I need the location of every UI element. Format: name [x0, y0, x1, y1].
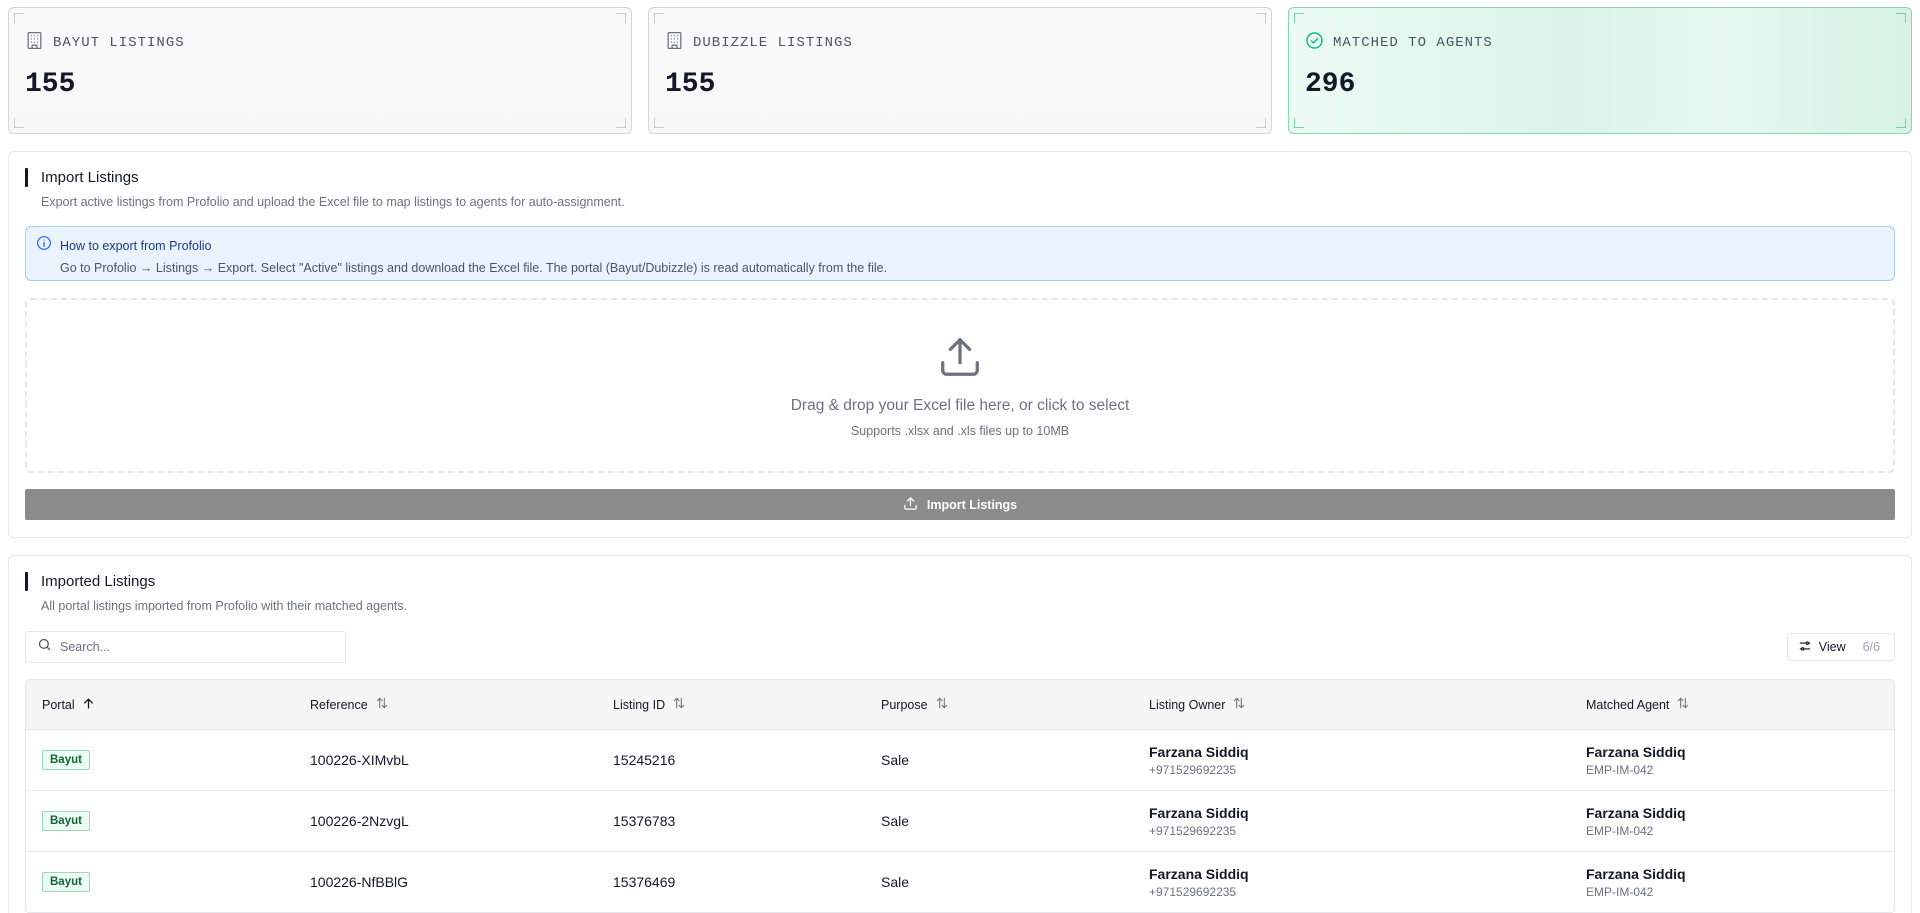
column-header-portal[interactable]: Portal [26, 697, 294, 713]
agent-cell: Farzana Siddiq EMP-IM-042 [1570, 744, 1894, 777]
stat-value: 155 [25, 69, 76, 100]
info-title: How to export from Profolio [60, 238, 212, 253]
owner-cell: Farzana Siddiq +971529692235 [1133, 866, 1570, 899]
section-title: Imported Listings [25, 572, 1895, 591]
imported-subtitle: All portal listings imported from Profol… [41, 599, 408, 613]
owner-cell: Farzana Siddiq +971529692235 [1133, 805, 1570, 838]
search-box [25, 631, 346, 663]
view-options-button[interactable]: View 6/6 [1786, 633, 1895, 661]
sort-icon [935, 696, 949, 713]
table-row[interactable]: Bayut 100226-2NzvgL 15376783 Sale Farzan… [26, 791, 1894, 852]
column-label: Portal [42, 697, 75, 712]
agent-name: Farzana Siddiq [1586, 804, 1686, 821]
stat-label: MATCHED TO AGENTS [1333, 35, 1493, 51]
table-header: Portal Reference Listing ID Purpose List… [26, 680, 1894, 730]
column-label: Matched Agent [1586, 697, 1670, 712]
reference-cell: 100226-XIMvbL [310, 752, 409, 768]
dropzone-title: Drag & drop your Excel file here, or cli… [790, 397, 1130, 414]
column-label: Listing Owner [1149, 697, 1226, 712]
column-header-reference[interactable]: Reference [294, 696, 597, 713]
import-listings-panel: Import Listings Export active listings f… [8, 151, 1912, 538]
import-button-label: Import Listings [926, 497, 1018, 512]
column-header-listing-owner[interactable]: Listing Owner [1133, 696, 1570, 713]
purpose-cell: Sale [881, 874, 910, 890]
stat-label: DUBIZZLE LISTINGS [693, 35, 853, 51]
column-header-matched-agent[interactable]: Matched Agent [1570, 696, 1894, 713]
agent-id: EMP-IM-042 [1586, 884, 1654, 899]
import-listings-button[interactable]: Import Listings [25, 489, 1895, 520]
sliders-icon [1798, 639, 1812, 656]
page: BAYUT LISTINGS 155 DUBIZZLE LISTINGS 155… [0, 0, 1920, 913]
column-header-listing-id[interactable]: Listing ID [597, 696, 865, 713]
sort-icon [375, 696, 389, 713]
imported-title: Imported Listings [41, 573, 156, 590]
building-icon [25, 31, 44, 55]
listing-id-cell: 15376469 [613, 874, 676, 890]
imported-listings-panel: Imported Listings All portal listings im… [8, 555, 1912, 913]
upload-icon [937, 334, 983, 385]
reference-cell: 100226-NfBBlG [310, 874, 409, 890]
info-icon [36, 235, 52, 256]
search-icon [37, 637, 52, 657]
import-title: Import Listings [41, 169, 139, 186]
check-circle-icon [1305, 31, 1324, 55]
reference-cell: 100226-2NzvgL [310, 813, 409, 829]
listing-id-cell: 15376783 [613, 813, 676, 829]
listing-id-cell: 15245216 [613, 752, 676, 768]
section-title: Import Listings [25, 168, 1895, 187]
stat-label: BAYUT LISTINGS [53, 35, 185, 51]
owner-name: Farzana Siddiq [1149, 865, 1249, 882]
table-toolbar: View 6/6 [25, 631, 1895, 663]
owner-phone: +971529692235 [1149, 762, 1237, 777]
export-info-box: How to export from Profolio Go to Profol… [25, 226, 1895, 281]
agent-id: EMP-IM-042 [1586, 823, 1654, 838]
agent-name: Farzana Siddiq [1586, 743, 1686, 760]
stat-value: 296 [1305, 69, 1356, 100]
title-accent-bar [25, 168, 28, 187]
portal-badge: Bayut [42, 872, 90, 892]
column-label: Purpose [881, 697, 928, 712]
column-label: Reference [310, 697, 368, 712]
table-row[interactable]: Bayut 100226-NfBBlG 15376469 Sale Farzan… [26, 852, 1894, 913]
column-header-purpose[interactable]: Purpose [865, 696, 1133, 713]
sort-icon [1232, 696, 1246, 713]
stat-card-matched: MATCHED TO AGENTS 296 [1288, 7, 1912, 134]
agent-cell: Farzana Siddiq EMP-IM-042 [1570, 805, 1894, 838]
view-count: 6/6 [1862, 640, 1880, 654]
sort-ascending-icon [82, 697, 95, 713]
portal-badge: Bayut [42, 750, 90, 770]
view-label: View [1818, 640, 1846, 654]
building-icon [665, 31, 684, 55]
stat-card-bayut: BAYUT LISTINGS 155 [8, 7, 632, 134]
sort-icon [1676, 696, 1690, 713]
stats-row: BAYUT LISTINGS 155 DUBIZZLE LISTINGS 155… [8, 7, 1912, 134]
stat-card-dubizzle: DUBIZZLE LISTINGS 155 [648, 7, 1272, 134]
dropzone-subtitle: Supports .xlsx and .xls files up to 10MB [850, 424, 1070, 438]
agent-name: Farzana Siddiq [1586, 865, 1686, 882]
portal-badge: Bayut [42, 811, 90, 831]
owner-cell: Farzana Siddiq +971529692235 [1133, 744, 1570, 777]
table-row[interactable]: Bayut 100226-XIMvbL 15245216 Sale Farzan… [26, 730, 1894, 791]
info-text: Go to Profolio → Listings → Export. Sele… [60, 261, 888, 275]
title-accent-bar [25, 572, 28, 591]
agent-id: EMP-IM-042 [1586, 762, 1654, 777]
owner-phone: +971529692235 [1149, 884, 1237, 899]
owner-phone: +971529692235 [1149, 823, 1237, 838]
stat-value: 155 [665, 69, 716, 100]
owner-name: Farzana Siddiq [1149, 804, 1249, 821]
file-dropzone[interactable]: Drag & drop your Excel file here, or cli… [25, 298, 1895, 473]
column-label: Listing ID [613, 697, 666, 712]
import-subtitle: Export active listings from Profolio and… [41, 195, 625, 209]
upload-icon [903, 496, 918, 514]
sort-icon [672, 696, 686, 713]
purpose-cell: Sale [881, 813, 910, 829]
purpose-cell: Sale [881, 752, 910, 768]
owner-name: Farzana Siddiq [1149, 743, 1249, 760]
agent-cell: Farzana Siddiq EMP-IM-042 [1570, 866, 1894, 899]
listings-table: Portal Reference Listing ID Purpose List… [25, 679, 1895, 913]
search-input[interactable] [60, 640, 320, 654]
